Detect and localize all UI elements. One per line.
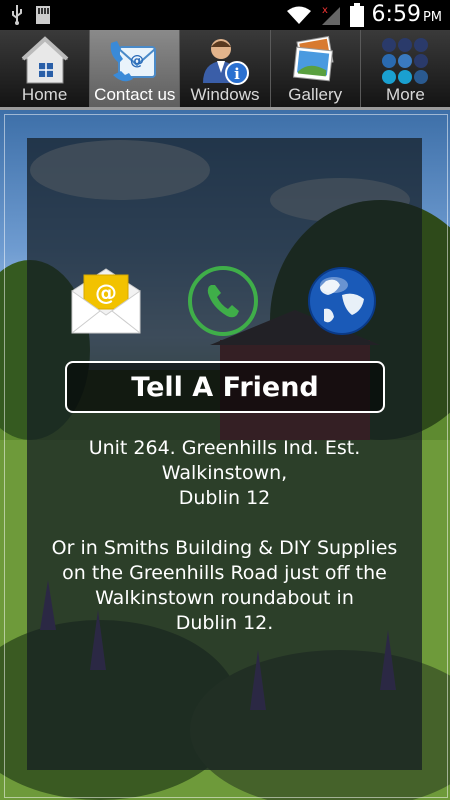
svg-text:@: @ (95, 281, 117, 306)
email-icon[interactable]: @ (70, 265, 142, 337)
directions-line: Walkinstown roundabout in (95, 587, 354, 609)
phone-icon[interactable] (187, 265, 259, 337)
tab-gallery[interactable]: Gallery (271, 30, 361, 107)
directions-line: Or in Smiths Building & DIY Supplies (51, 537, 398, 559)
svg-text:x: x (322, 5, 328, 16)
tab-windows-label: Windows (190, 85, 260, 104)
address-line: Walkinstown, (161, 462, 288, 484)
svg-text:i: i (234, 65, 240, 83)
address-block: Unit 264. Greenhills Ind. Est. Walkinsto… (27, 436, 422, 511)
status-bar: x 6:59 PM (0, 0, 450, 30)
signal-icon: x (321, 5, 340, 25)
tab-home-label: Home (21, 85, 68, 104)
person-info-icon: i (203, 39, 249, 85)
clock-ampm: PM (422, 10, 442, 25)
svg-text:@: @ (130, 53, 144, 69)
tab-more-label: More (386, 85, 425, 104)
wifi-icon (286, 6, 311, 24)
tab-windows[interactable]: i Windows (180, 30, 271, 107)
home-icon (21, 36, 68, 84)
tab-home[interactable]: Home (0, 30, 91, 107)
usb-icon (12, 5, 22, 25)
address-line: Unit 264. Greenhills Ind. Est. (88, 437, 361, 459)
battery-icon (349, 2, 364, 27)
tab-more[interactable]: More (361, 30, 450, 107)
tab-bar: Home @ Contact us i Windows Gallery More (0, 30, 450, 110)
gallery-icon (293, 35, 334, 82)
contact-icon: @ (110, 41, 156, 82)
clock: 6:59 PM (372, 2, 442, 27)
tell-a-friend-button[interactable]: Tell A Friend (65, 361, 385, 413)
address-line: Dublin 12 (178, 487, 271, 509)
globe-icon[interactable] (306, 265, 378, 337)
directions-line: on the Greenhills Road just off the (62, 562, 387, 584)
directions-block: Or in Smiths Building & DIY Supplies on … (27, 536, 422, 636)
clock-time: 6:59 (371, 2, 421, 27)
tab-gallery-label: Gallery (288, 85, 343, 104)
directions-line: Dublin 12. (175, 612, 274, 634)
sd-card-icon (36, 6, 50, 24)
more-grid-icon (382, 38, 429, 84)
tab-contact-us-label: Contact us (94, 85, 176, 104)
tab-contact-us[interactable]: @ Contact us (90, 30, 181, 107)
